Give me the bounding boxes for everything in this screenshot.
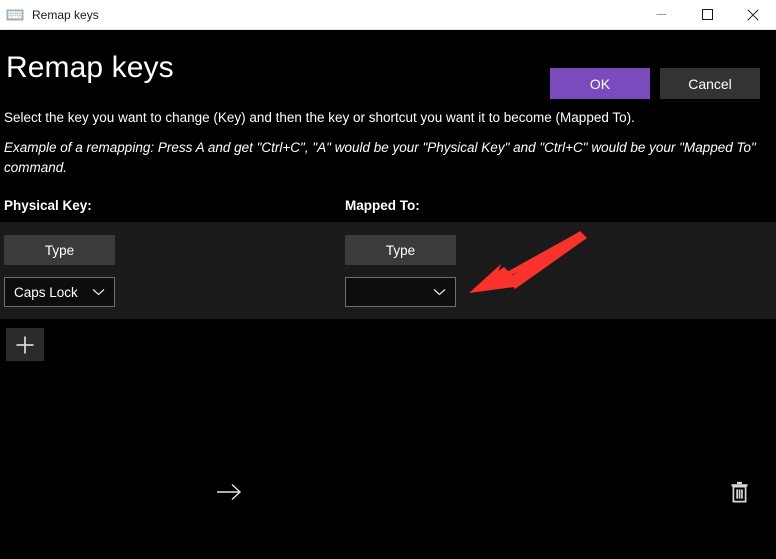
mapped-to-type-button[interactable]: Type — [345, 235, 456, 265]
maximize-icon — [701, 9, 713, 20]
physical-key-dropdown[interactable]: Caps Lock — [4, 277, 115, 307]
mapped-to-cell: Type — [345, 235, 456, 307]
ok-button[interactable]: OK — [550, 68, 650, 99]
title-bar: Remap keys — [0, 0, 776, 30]
minimize-icon — [656, 14, 666, 15]
arrow-right-icon — [217, 483, 242, 501]
maximize-button[interactable] — [684, 0, 730, 30]
window-controls — [638, 0, 776, 30]
mapped-to-dropdown[interactable] — [345, 277, 456, 307]
page-title: Remap keys — [6, 51, 174, 84]
keyboard-icon — [6, 7, 24, 23]
window-title: Remap keys — [32, 7, 99, 22]
instruction-text: Select the key you want to change (Key) … — [4, 110, 635, 125]
add-remap-button[interactable] — [6, 328, 44, 361]
mapped-to-column-label: Mapped To: — [345, 198, 420, 213]
trash-icon — [731, 481, 747, 503]
chevron-down-icon — [433, 289, 446, 296]
minimize-button[interactable] — [638, 0, 684, 30]
physical-key-column-label: Physical Key: — [4, 198, 92, 213]
dialog-header: Remap keys OK Cancel — [0, 30, 776, 100]
plus-icon — [16, 336, 34, 353]
close-icon — [747, 8, 759, 21]
physical-key-type-button[interactable]: Type — [4, 235, 115, 265]
physical-key-cell: Type Caps Lock — [4, 235, 115, 307]
example-text: Example of a remapping: Press A and get … — [4, 140, 756, 176]
physical-key-dropdown-value: Caps Lock — [14, 284, 78, 300]
cancel-button[interactable]: Cancel — [660, 68, 760, 99]
delete-row-button[interactable] — [724, 477, 754, 507]
close-button[interactable] — [730, 0, 776, 30]
remap-row: Type Caps Lock Type — [0, 222, 776, 503]
chevron-down-icon — [92, 289, 105, 296]
title-bar-left: Remap keys — [0, 7, 638, 23]
header-actions: OK Cancel — [550, 68, 760, 99]
